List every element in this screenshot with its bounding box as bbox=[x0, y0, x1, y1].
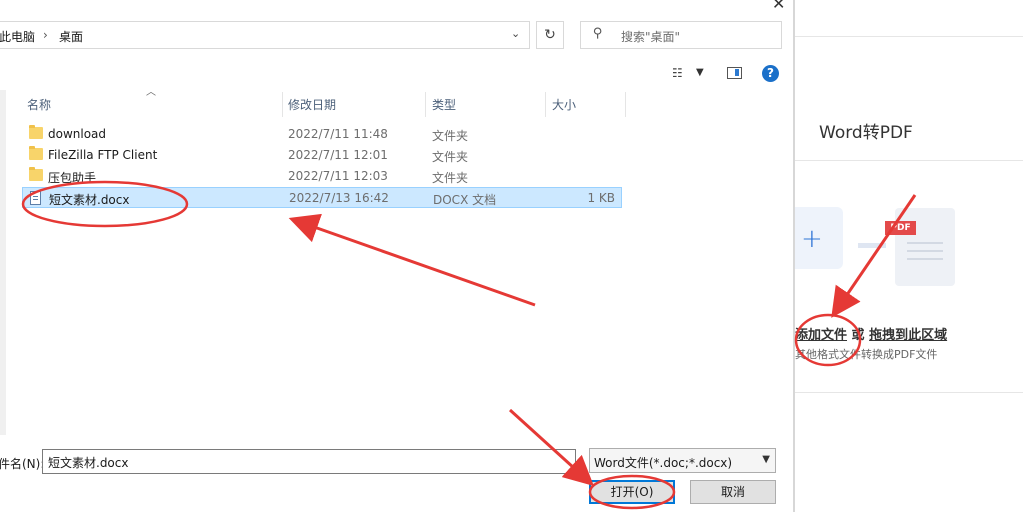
highlight-ellipse bbox=[588, 474, 676, 510]
annotation-overlay bbox=[21, 180, 917, 510]
annotation-arrow bbox=[831, 194, 917, 318]
highlight-ellipse bbox=[21, 180, 189, 228]
highlight-ellipse bbox=[794, 313, 862, 367]
annotation-arrow bbox=[288, 213, 536, 307]
annotation-arrow bbox=[508, 408, 594, 487]
